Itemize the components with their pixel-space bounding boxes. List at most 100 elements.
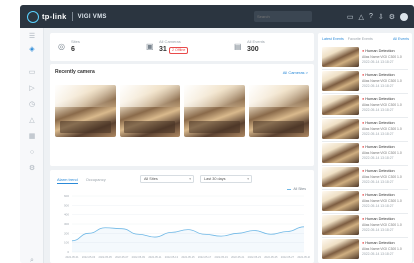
- tp-link-logo-icon: [27, 10, 39, 23]
- event-title-row: ●Human Detection: [362, 49, 395, 53]
- event-item[interactable]: ●Human Detection Alias Name:VIGI C300 1.0…: [322, 191, 410, 211]
- avatar[interactable]: [400, 12, 408, 21]
- stat-sites[interactable]: ◎ Sites 6: [50, 33, 138, 61]
- x-tick-label: 2022-05-01: [65, 255, 79, 259]
- range-select[interactable]: Last 30 days ▾: [200, 175, 252, 183]
- event-item[interactable]: ●Human Detection Alias Name:VIGI C300 1.0…: [322, 167, 410, 187]
- x-tick-label: 2022-05-03: [82, 255, 96, 259]
- bell-icon[interactable]: △: [359, 13, 364, 21]
- event-item[interactable]: ●Human Detection Alias Name:VIGI C300 1.0…: [322, 239, 410, 259]
- event-item[interactable]: ●Human Detection Alias Name:VIGI C300 1.0…: [322, 95, 410, 115]
- tab-occupancy[interactable]: Occupancy: [86, 177, 106, 184]
- brand[interactable]: tp-link VIGI VMS: [27, 5, 107, 28]
- settings-icon[interactable]: ⚙: [389, 13, 395, 21]
- event-camera: Alias Name:VIGI C300 1.0: [362, 247, 402, 251]
- chart-tabs: Alarm trend Occupancy: [57, 177, 106, 184]
- event-title: Human Detection: [365, 49, 395, 53]
- y-tick-label: 100: [64, 241, 69, 245]
- event-item[interactable]: ●Human Detection Alias Name:VIGI C300 1.0…: [322, 47, 410, 67]
- event-item[interactable]: ●Human Detection Alias Name:VIGI C300 1.0…: [322, 215, 410, 235]
- sidebar: ☰ ◈ ▭ ▷ ◷ △ ▦ ○ ⚙ ⌕: [20, 28, 44, 263]
- y-tick-label: 200: [64, 231, 69, 235]
- event-thumbnail: [322, 95, 359, 115]
- event-title-row: ●Human Detection: [362, 121, 395, 125]
- shield-icon[interactable]: ◈: [26, 45, 38, 54]
- event-title-row: ●Human Detection: [362, 217, 395, 221]
- legend-swatch: [287, 188, 292, 190]
- event-time: 2022-05-14 13:18:27: [362, 60, 394, 64]
- top-search-input[interactable]: [257, 14, 309, 19]
- camera-thumbnail[interactable]: [248, 85, 309, 137]
- x-tick-label: 2022-05-13: [165, 255, 179, 259]
- event-title: Human Detection: [365, 145, 395, 149]
- monitor-icon[interactable]: ▭: [347, 13, 354, 21]
- clock-icon[interactable]: ◷: [26, 100, 38, 109]
- settings-icon[interactable]: ⚙: [26, 164, 38, 173]
- x-tick-label: 2022-05-15: [181, 255, 195, 259]
- event-item[interactable]: ●Human Detection Alias Name:VIGI C300 1.0…: [322, 119, 410, 139]
- stat-label: All Events: [247, 39, 265, 44]
- help-icon[interactable]: ?: [369, 13, 373, 20]
- event-title-row: ●Human Detection: [362, 73, 395, 77]
- camera-thumbnail[interactable]: [184, 85, 245, 137]
- x-tick-label: 2022-05-17: [198, 255, 212, 259]
- event-title-row: ●Human Detection: [362, 145, 395, 149]
- event-item[interactable]: ●Human Detection Alias Name:VIGI C300 1.0…: [322, 143, 410, 163]
- main-content: ◎ Sites 6 ▣ All Cameras 31 2 Offline ▤ A…: [50, 33, 314, 263]
- event-camera: Alias Name:VIGI C300 1.0: [362, 199, 402, 203]
- event-thumbnail: [322, 215, 359, 235]
- monitor-icon[interactable]: ▭: [26, 68, 38, 77]
- download-icon[interactable]: ⇩: [378, 13, 384, 21]
- range-select-value: Last 30 days: [204, 177, 226, 181]
- event-divider: [322, 93, 408, 94]
- camera-thumbnail[interactable]: [119, 85, 180, 137]
- stat-cameras[interactable]: ▣ All Cameras 31 2 Offline: [138, 33, 226, 61]
- camera-thumbnail[interactable]: [55, 85, 116, 137]
- event-camera: Alias Name:VIGI C300 1.0: [362, 223, 402, 227]
- alert-icon: ●: [362, 73, 365, 77]
- event-thumbnail: [322, 191, 359, 211]
- grid-icon[interactable]: ▦: [26, 132, 38, 141]
- tab-favorite-events[interactable]: Favorite Events: [348, 37, 373, 41]
- camera-icon: ▣: [146, 42, 154, 51]
- stat-label: All Cameras: [159, 39, 181, 44]
- event-item[interactable]: ●Human Detection Alias Name:VIGI C300 1.0…: [322, 71, 410, 91]
- event-thumbnail: [322, 47, 359, 67]
- event-camera: Alias Name:VIGI C300 1.0: [362, 103, 402, 107]
- stat-value: 31: [159, 46, 167, 53]
- event-title: Human Detection: [365, 217, 395, 221]
- tab-alarm-trend[interactable]: Alarm trend: [57, 177, 78, 184]
- all-events-link[interactable]: All Events: [393, 37, 409, 41]
- x-tick-label: 2022-05-09: [132, 255, 146, 259]
- all-cameras-link[interactable]: All Cameras >: [283, 70, 308, 75]
- user-icon[interactable]: ○: [26, 148, 38, 157]
- top-icons: ▭ △ ? ⇩ ⚙: [347, 5, 408, 28]
- alert-icon: ●: [362, 121, 365, 125]
- play-icon[interactable]: ▷: [26, 84, 38, 93]
- event-divider: [322, 117, 408, 118]
- event-divider: [322, 165, 408, 166]
- top-search-box[interactable]: [254, 11, 312, 22]
- chart-legend: All Sites: [287, 187, 306, 191]
- tab-latest-events[interactable]: Latest Events: [322, 37, 344, 41]
- event-thumbnail: [322, 167, 359, 187]
- stat-events[interactable]: ▤ All Events 300: [226, 33, 314, 61]
- bell-icon[interactable]: △: [26, 116, 38, 125]
- x-tick-label: 2022-05-25: [264, 255, 278, 259]
- offline-badge: 2 Offline: [169, 47, 189, 54]
- app-window: tp-link VIGI VMS ▭ △ ? ⇩ ⚙ ☰ ◈ ▭ ▷ ◷ △ ▦ ○ ⚙ ⌕ ◎ …: [20, 5, 414, 263]
- menu-icon[interactable]: ☰: [26, 32, 38, 41]
- event-camera: Alias Name:VIGI C300 1.0: [362, 79, 402, 83]
- event-title-row: ●Human Detection: [362, 169, 395, 173]
- y-tick-label: 500: [64, 203, 69, 207]
- alert-icon: ●: [362, 49, 365, 53]
- stat-value: 300: [247, 46, 259, 53]
- event-title-row: ●Human Detection: [362, 97, 395, 101]
- x-tick-label: 2022-05-27: [281, 255, 295, 259]
- search-icon[interactable]: ⌕: [26, 256, 38, 263]
- x-tick-label: 2022-05-11: [148, 255, 162, 259]
- event-time: 2022-05-14 13:18:27: [362, 156, 394, 160]
- event-title: Human Detection: [365, 169, 395, 173]
- site-select[interactable]: All Sites ▾: [140, 175, 194, 183]
- y-tick-label: 300: [64, 222, 69, 226]
